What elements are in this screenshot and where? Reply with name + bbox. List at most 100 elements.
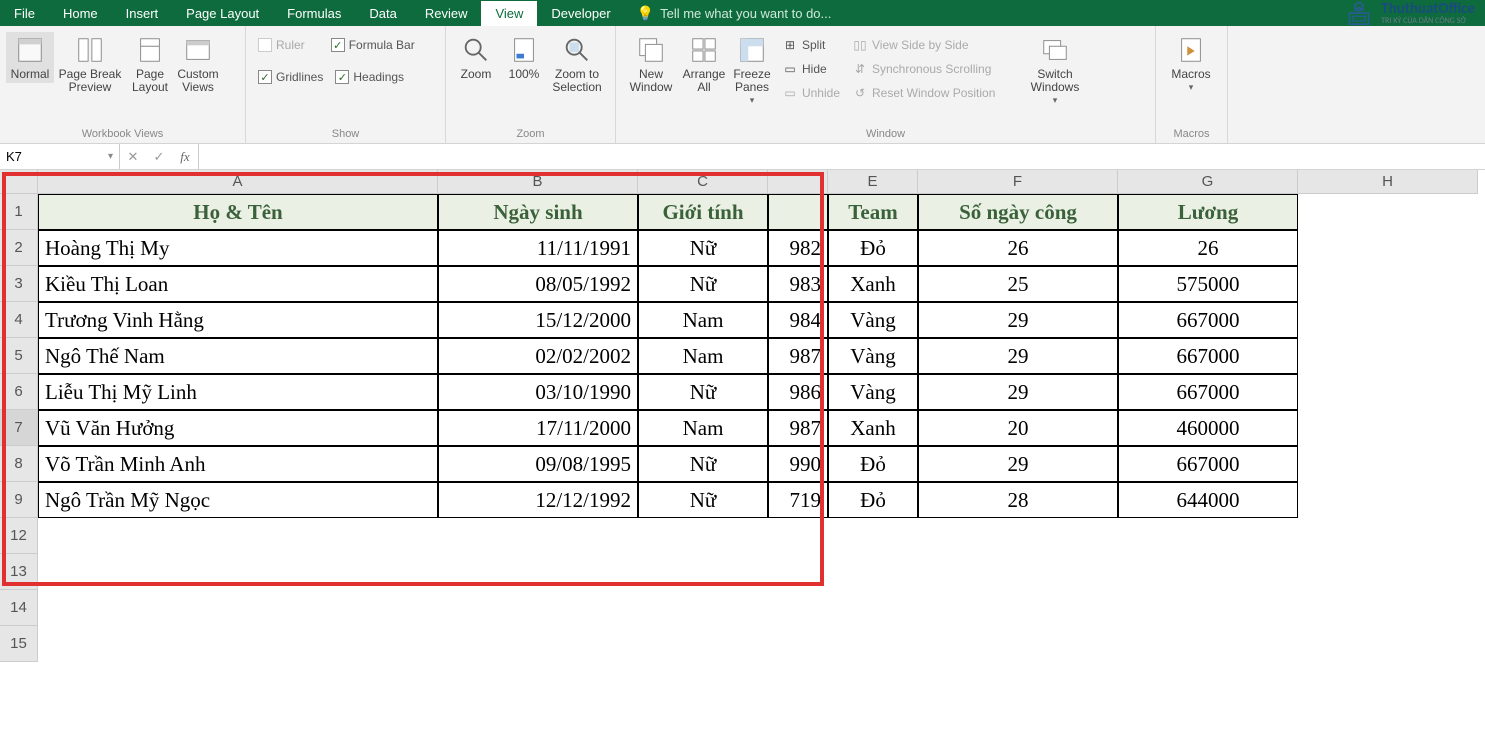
cell[interactable]: 26 bbox=[1118, 230, 1298, 266]
row-header-3[interactable]: 3 bbox=[0, 266, 38, 302]
column-header-A[interactable]: A bbox=[38, 170, 438, 194]
cell[interactable] bbox=[768, 194, 828, 230]
cell[interactable]: 17/11/2000 bbox=[438, 410, 638, 446]
column-header-H[interactable]: H bbox=[1298, 170, 1478, 194]
tab-data[interactable]: Data bbox=[355, 0, 410, 26]
row-header-14[interactable]: 14 bbox=[0, 590, 38, 626]
new-window-button[interactable]: New Window bbox=[622, 32, 680, 96]
formula-input[interactable] bbox=[199, 144, 1485, 169]
tab-view[interactable]: View bbox=[481, 0, 537, 26]
row-header-1[interactable]: 1 bbox=[0, 194, 38, 230]
tab-page-layout[interactable]: Page Layout bbox=[172, 0, 273, 26]
custom-views-button[interactable]: Custom Views bbox=[174, 32, 222, 96]
tab-file[interactable]: File bbox=[0, 0, 49, 26]
cell[interactable]: 25 bbox=[918, 266, 1118, 302]
cell[interactable]: Họ & Tên bbox=[38, 194, 438, 230]
row-header-15[interactable]: 15 bbox=[0, 626, 38, 662]
cell[interactable]: 460000 bbox=[1118, 410, 1298, 446]
tab-formulas[interactable]: Formulas bbox=[273, 0, 355, 26]
cell[interactable]: 982 bbox=[768, 230, 828, 266]
tab-review[interactable]: Review bbox=[411, 0, 482, 26]
column-header-E[interactable]: E bbox=[828, 170, 918, 194]
row-header-9[interactable]: 9 bbox=[0, 482, 38, 518]
cell[interactable]: 667000 bbox=[1118, 374, 1298, 410]
cell[interactable]: 719 bbox=[768, 482, 828, 518]
row-header-7[interactable]: 7 bbox=[0, 410, 38, 446]
row-header-6[interactable]: 6 bbox=[0, 374, 38, 410]
cell[interactable]: Nữ bbox=[638, 374, 768, 410]
arrange-all-button[interactable]: Arrange All bbox=[680, 32, 728, 96]
cell[interactable]: 15/12/2000 bbox=[438, 302, 638, 338]
row-header-12[interactable]: 12 bbox=[0, 518, 38, 554]
cell[interactable]: Nam bbox=[638, 302, 768, 338]
cell[interactable]: Đỏ bbox=[828, 482, 918, 518]
column-header-B[interactable]: B bbox=[438, 170, 638, 194]
cell[interactable]: Đỏ bbox=[828, 446, 918, 482]
column-header-blank[interactable] bbox=[768, 170, 828, 194]
macros-button[interactable]: Macros ▾ bbox=[1162, 32, 1220, 94]
normal-view-button[interactable]: Normal bbox=[6, 32, 54, 83]
cell[interactable]: Hoàng Thị My bbox=[38, 230, 438, 266]
cell[interactable]: Ngô Trần Mỹ Ngọc bbox=[38, 482, 438, 518]
page-layout-view-button[interactable]: Page Layout bbox=[126, 32, 174, 96]
cell[interactable]: 20 bbox=[918, 410, 1118, 446]
cell[interactable]: 987 bbox=[768, 410, 828, 446]
switch-windows-button[interactable]: Switch Windows ▾ bbox=[1026, 32, 1084, 107]
cell[interactable]: Kiều Thị Loan bbox=[38, 266, 438, 302]
cell[interactable]: Xanh bbox=[828, 410, 918, 446]
gridlines-checkbox[interactable]: ✓Gridlines bbox=[252, 68, 329, 86]
freeze-panes-button[interactable]: Freeze Panes ▾ bbox=[728, 32, 776, 107]
zoom-100-button[interactable]: 100% bbox=[500, 32, 548, 83]
formula-bar-checkbox[interactable]: ✓Formula Bar bbox=[325, 36, 421, 54]
select-all-corner[interactable] bbox=[0, 170, 38, 194]
column-header-F[interactable]: F bbox=[918, 170, 1118, 194]
cell[interactable]: Nam bbox=[638, 338, 768, 374]
zoom-to-selection-button[interactable]: Zoom to Selection bbox=[548, 32, 606, 96]
cell[interactable]: 667000 bbox=[1118, 338, 1298, 374]
cell[interactable]: Võ Trần Minh Anh bbox=[38, 446, 438, 482]
cell[interactable]: Nữ bbox=[638, 482, 768, 518]
cell[interactable]: 26 bbox=[918, 230, 1118, 266]
row-header-13[interactable]: 13 bbox=[0, 554, 38, 590]
cell[interactable]: 987 bbox=[768, 338, 828, 374]
tell-me[interactable]: 💡 Tell me what you want to do... bbox=[625, 0, 844, 26]
cell[interactable]: Ngày sinh bbox=[438, 194, 638, 230]
cell[interactable]: 990 bbox=[768, 446, 828, 482]
cell[interactable]: 02/02/2002 bbox=[438, 338, 638, 374]
cell[interactable]: 29 bbox=[918, 302, 1118, 338]
row-header-4[interactable]: 4 bbox=[0, 302, 38, 338]
cell[interactable]: 667000 bbox=[1118, 446, 1298, 482]
cell[interactable]: 644000 bbox=[1118, 482, 1298, 518]
cell[interactable]: Lương bbox=[1118, 194, 1298, 230]
cell[interactable]: 667000 bbox=[1118, 302, 1298, 338]
row-header-5[interactable]: 5 bbox=[0, 338, 38, 374]
cell[interactable]: Xanh bbox=[828, 266, 918, 302]
row-header-8[interactable]: 8 bbox=[0, 446, 38, 482]
cell[interactable]: 984 bbox=[768, 302, 828, 338]
cell[interactable]: Nữ bbox=[638, 230, 768, 266]
cell[interactable]: Trương Vinh Hằng bbox=[38, 302, 438, 338]
split-button[interactable]: ⊞Split bbox=[776, 36, 846, 54]
cell[interactable]: 575000 bbox=[1118, 266, 1298, 302]
zoom-button[interactable]: Zoom bbox=[452, 32, 500, 83]
cell[interactable]: Team bbox=[828, 194, 918, 230]
cell[interactable]: 29 bbox=[918, 446, 1118, 482]
cell[interactable]: Ngô Thế Nam bbox=[38, 338, 438, 374]
tab-insert[interactable]: Insert bbox=[112, 0, 173, 26]
cell[interactable]: Vàng bbox=[828, 374, 918, 410]
cell[interactable]: 29 bbox=[918, 338, 1118, 374]
headings-checkbox[interactable]: ✓Headings bbox=[329, 68, 410, 86]
cell[interactable]: 28 bbox=[918, 482, 1118, 518]
cell[interactable]: 09/08/1995 bbox=[438, 446, 638, 482]
tab-developer[interactable]: Developer bbox=[537, 0, 624, 26]
fx-icon[interactable]: fx bbox=[172, 149, 198, 165]
cell[interactable]: Đỏ bbox=[828, 230, 918, 266]
cell[interactable]: Vàng bbox=[828, 302, 918, 338]
cell[interactable]: Vàng bbox=[828, 338, 918, 374]
cell[interactable]: 983 bbox=[768, 266, 828, 302]
cell[interactable]: 986 bbox=[768, 374, 828, 410]
cell[interactable]: Liễu Thị Mỹ Linh bbox=[38, 374, 438, 410]
hide-button[interactable]: ▭Hide bbox=[776, 60, 846, 78]
name-box[interactable]: K7 ▾ bbox=[0, 144, 120, 169]
column-header-C[interactable]: C bbox=[638, 170, 768, 194]
